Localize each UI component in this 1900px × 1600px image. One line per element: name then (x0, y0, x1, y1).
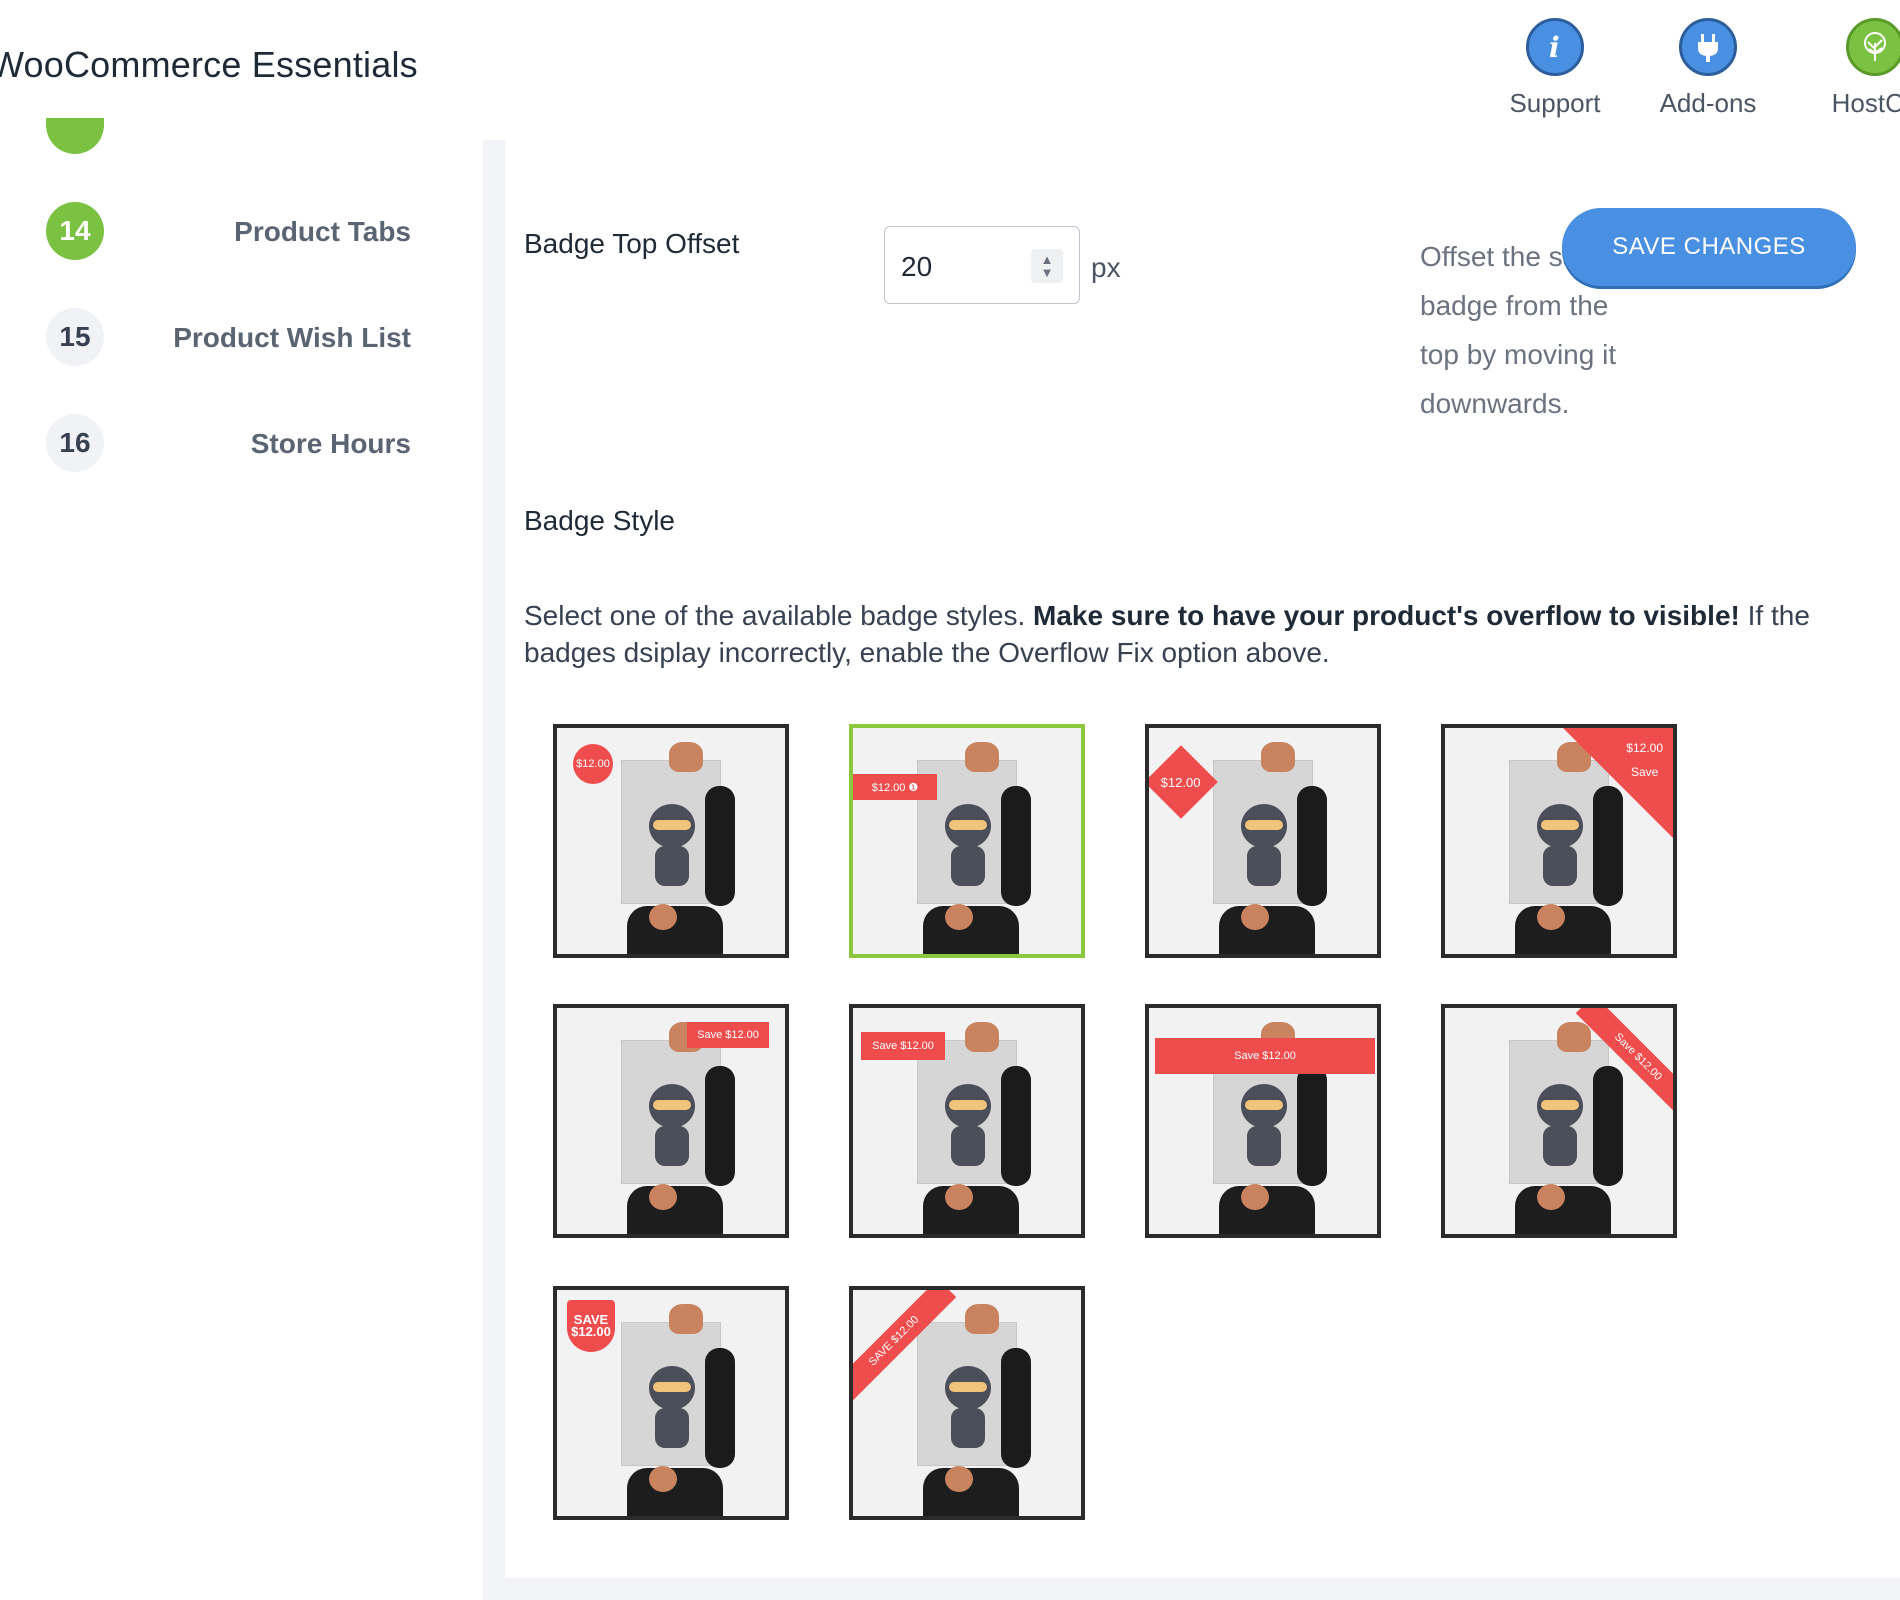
sidebar-divider (483, 140, 505, 1600)
save-changes-button[interactable]: SAVE CHANGES (1562, 208, 1856, 286)
tree-logo-icon (1846, 18, 1900, 76)
number-stepper[interactable]: ▲ ▼ (1031, 249, 1063, 283)
sidebar-item-label: Product Tabs (234, 216, 411, 247)
badge-style-option[interactable]: Save $12.00 (553, 1004, 789, 1238)
badge-top-offset-input[interactable]: 20 ▲ ▼ (884, 226, 1080, 304)
badge-style-option[interactable]: Save $12.00 (1145, 1004, 1381, 1238)
badge-style-option[interactable]: SAVE $12.00 (553, 1286, 789, 1520)
badge-style-option[interactable]: $12.00 Save (1441, 724, 1677, 958)
sidebar-item-label: Product Wish List (173, 322, 411, 353)
badge-style-option[interactable]: $12.00 (553, 724, 789, 958)
badge-top-offset-label: Badge Top Offset (524, 228, 740, 259)
badge-label: SAVE $12.00 (567, 1300, 615, 1352)
hostco-link[interactable]: HostCo (1805, 18, 1900, 119)
support-link[interactable]: i Support (1490, 18, 1620, 119)
badge-label: Save $12.00 (1155, 1038, 1375, 1074)
sidebar-item-product-wish-list[interactable]: 15 Product Wish List (46, 308, 411, 368)
step-number: 16 (46, 414, 104, 472)
step-number: 14 (46, 202, 104, 260)
badge-style-option-selected[interactable]: $12.00 ❶ (849, 724, 1085, 958)
plug-icon (1679, 18, 1737, 76)
badge-style-description: Select one of the available badge styles… (524, 600, 1810, 668)
offset-value: 20 (901, 251, 933, 282)
app-title: WooCommerce Essentials (0, 44, 418, 85)
svg-text:i: i (1549, 31, 1560, 64)
chevron-down-icon[interactable]: ▼ (1041, 266, 1054, 279)
badge-shape: $12.00 (1149, 745, 1218, 819)
badge-style-title: Badge Style (524, 505, 675, 536)
hostco-label: HostCo (1831, 88, 1900, 118)
step-number: 15 (46, 308, 104, 366)
badge-label: $12.00 ❶ (853, 774, 937, 800)
sidebar-item-product-tabs[interactable]: 14 Product Tabs (46, 202, 411, 262)
badge-label: Save $12.00 (861, 1032, 945, 1060)
info-icon: i (1526, 18, 1584, 76)
sidebar-item-label: Store Hours (250, 428, 411, 459)
badge-style-option[interactable]: Save $12.00 (849, 1004, 1085, 1238)
badge-style-option[interactable]: $12.00 (1145, 724, 1381, 958)
badge-label: $12.00 (1161, 774, 1201, 790)
offset-unit: px (1091, 252, 1121, 283)
badge-label: $12.00 Save (1626, 741, 1663, 779)
addons-link[interactable]: Add-ons (1643, 18, 1773, 119)
badge-style-option[interactable]: SAVE $12.00 (849, 1286, 1085, 1520)
panel-bottom-edge (505, 1578, 1900, 1600)
badge-style-option[interactable]: Save $12.00 (1441, 1004, 1677, 1238)
badge-label: $12.00 (573, 744, 613, 784)
addons-label: Add-ons (1659, 88, 1757, 118)
badge-label: Save $12.00 (687, 1022, 769, 1048)
sidebar-item-store-hours[interactable]: 16 Store Hours (46, 414, 411, 474)
support-label: Support (1509, 88, 1601, 118)
